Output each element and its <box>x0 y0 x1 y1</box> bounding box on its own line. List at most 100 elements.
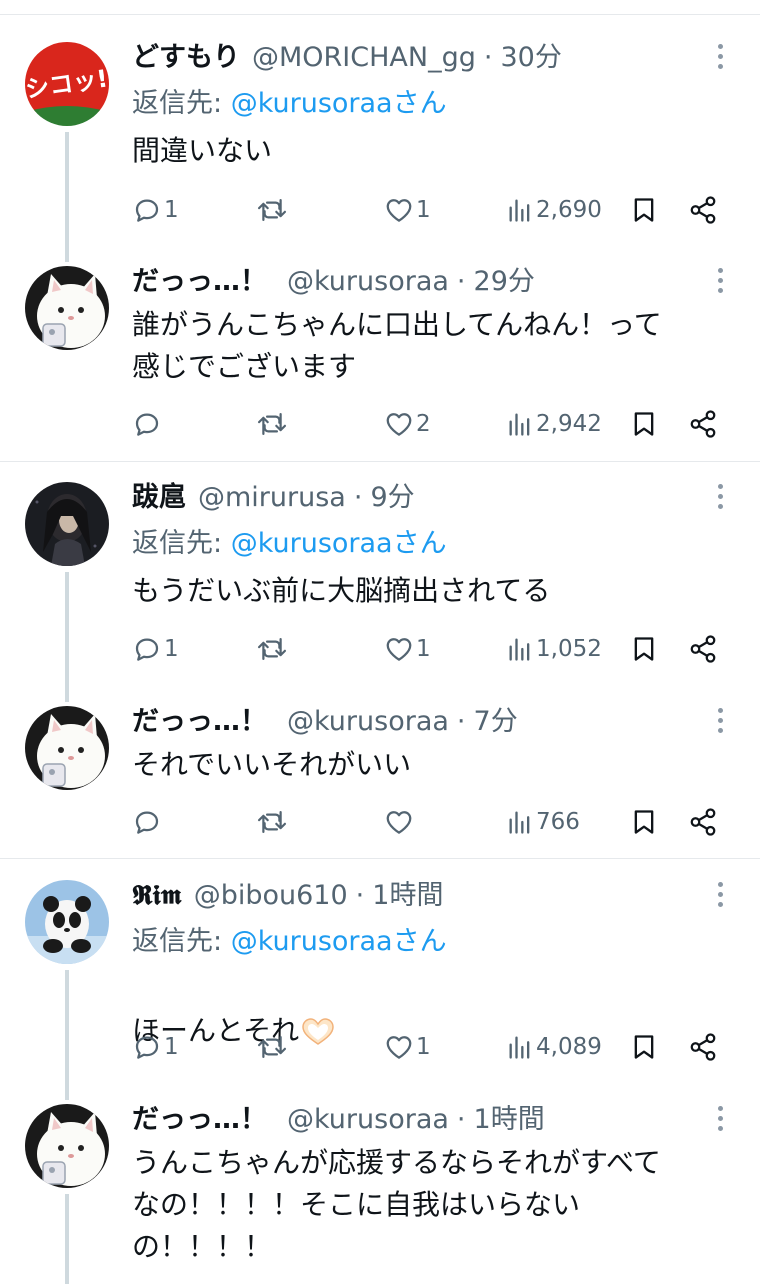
bookmark-button[interactable] <box>630 1029 658 1065</box>
thread-line <box>65 572 69 702</box>
action-bar: 1 1 4,089 <box>132 1029 732 1065</box>
timestamp[interactable]: 1時間 <box>372 878 443 914</box>
view-count: 1,052 <box>536 636 602 662</box>
reply-icon <box>135 413 159 436</box>
timestamp[interactable]: 7分 <box>474 704 518 740</box>
bookmark-button[interactable] <box>630 406 658 442</box>
tweet-header: だっっ…！ @kurusoraa · 7分 <box>132 704 518 740</box>
retweet-button[interactable] <box>256 192 290 228</box>
tweet-header: 跋扈 @mirurusa · 9分 <box>132 480 415 516</box>
timestamp[interactable]: 30分 <box>500 40 561 76</box>
views-button[interactable]: 766 <box>506 804 580 840</box>
more-options-icon[interactable] <box>716 484 724 514</box>
tweet-header: だっっ…！ @kurusoraa · 1時間 <box>132 1102 545 1138</box>
thread-line <box>65 970 69 1100</box>
reply-to-label: 返信先: <box>132 926 231 957</box>
avatar[interactable] <box>25 880 109 964</box>
avatar[interactable] <box>25 482 109 566</box>
more-options-icon[interactable] <box>716 1106 724 1136</box>
avatar[interactable]: シコッ! <box>25 42 109 126</box>
retweet-button[interactable] <box>256 631 290 667</box>
reply-icon <box>135 638 159 661</box>
bookmark-button[interactable] <box>630 192 658 228</box>
reply-to-mention[interactable]: @kurusoraaさん <box>231 528 447 559</box>
user-handle[interactable]: @kurusoraa <box>287 1102 449 1138</box>
display-name[interactable]: 𝕽𝖎𝖒 <box>132 878 182 914</box>
views-button[interactable]: 2,690 <box>506 192 602 228</box>
action-bar: 2 2,942 <box>132 406 732 442</box>
timestamp[interactable]: 1時間 <box>474 1102 545 1138</box>
thread-line <box>65 1194 69 1284</box>
views-button[interactable]: 4,089 <box>506 1029 602 1065</box>
reply-button[interactable] <box>132 406 164 442</box>
display-name[interactable]: 跋扈 <box>132 480 186 516</box>
heart-icon <box>386 811 412 834</box>
reply-to-mention[interactable]: @kurusoraaさん <box>231 88 447 119</box>
timestamp[interactable]: 9分 <box>370 480 414 516</box>
bookmark-icon <box>634 198 654 222</box>
like-button[interactable]: 1 <box>384 192 431 228</box>
user-handle[interactable]: @kurusoraa <box>287 704 449 740</box>
views-button[interactable]: 1,052 <box>506 631 602 667</box>
reply-to-line: 返信先: @kurusoraaさん <box>132 924 447 960</box>
avatar[interactable] <box>25 266 109 350</box>
share-button[interactable] <box>688 1029 718 1065</box>
display-name[interactable]: どすもり <box>132 40 240 76</box>
reply-button[interactable]: 1 <box>132 631 179 667</box>
like-button[interactable] <box>384 804 416 840</box>
reply-button[interactable]: 1 <box>132 192 179 228</box>
share-icon <box>690 635 716 663</box>
like-button[interactable]: 1 <box>384 1029 431 1065</box>
like-count: 1 <box>416 1034 431 1060</box>
retweet-button[interactable] <box>256 406 290 442</box>
more-options-icon[interactable] <box>716 268 724 298</box>
user-handle[interactable]: @mirurusa <box>198 480 346 516</box>
like-button[interactable]: 2 <box>384 406 431 442</box>
view-count: 2,690 <box>536 197 602 223</box>
views-chart-icon <box>509 413 530 436</box>
more-options-icon[interactable] <box>716 708 724 738</box>
avatar[interactable] <box>25 1104 109 1188</box>
user-handle[interactable]: @MORICHAN_gg <box>252 40 476 76</box>
heart-icon <box>386 199 412 222</box>
display-name[interactable]: だっっ…！ <box>132 1102 267 1138</box>
display-name[interactable]: だっっ…！ <box>132 704 267 740</box>
bookmark-icon <box>634 412 654 436</box>
share-button[interactable] <box>688 406 718 442</box>
share-button[interactable] <box>688 192 718 228</box>
bookmark-button[interactable] <box>630 804 658 840</box>
bookmark-button[interactable] <box>630 631 658 667</box>
separator-dot: · <box>353 482 363 513</box>
like-count: 1 <box>416 636 431 662</box>
bookmark-icon <box>634 1035 654 1059</box>
retweet-button[interactable] <box>256 1029 290 1065</box>
views-button[interactable]: 2,942 <box>506 406 602 442</box>
share-button[interactable] <box>688 804 718 840</box>
retweet-icon <box>257 811 287 833</box>
view-count: 766 <box>536 809 580 835</box>
avatar[interactable] <box>25 706 109 790</box>
retweet-button[interactable] <box>256 804 290 840</box>
share-button[interactable] <box>688 631 718 667</box>
reply-button[interactable]: 1 <box>132 1029 179 1065</box>
heart-icon <box>386 1036 412 1059</box>
tweet-header: だっっ…！ @kurusoraa · 29分 <box>132 264 535 300</box>
views-chart-icon <box>509 811 530 834</box>
shikoku-logo-icon: シコッ! <box>25 42 109 126</box>
tweet-text: もうだいぶ前に大脳摘出されてる <box>132 574 551 607</box>
tweet-text: 誰がうんこちゃんに口出してんねん！って 感じでございます <box>132 308 662 383</box>
more-options-icon[interactable] <box>716 882 724 912</box>
more-options-icon[interactable] <box>716 44 724 74</box>
user-handle[interactable]: @kurusoraa <box>287 264 449 300</box>
reply-button[interactable] <box>132 804 164 840</box>
tweet-text: 間違いない <box>132 134 273 167</box>
like-button[interactable]: 1 <box>384 631 431 667</box>
timestamp[interactable]: 29分 <box>474 264 535 300</box>
reply-to-mention[interactable]: @kurusoraaさん <box>231 926 447 957</box>
retweet-icon <box>257 199 287 221</box>
display-name[interactable]: だっっ…！ <box>132 264 267 300</box>
white-cat-icon <box>25 266 109 350</box>
user-handle[interactable]: @bibou610 <box>194 878 348 914</box>
views-chart-icon <box>509 638 530 661</box>
retweet-icon <box>257 1036 287 1058</box>
